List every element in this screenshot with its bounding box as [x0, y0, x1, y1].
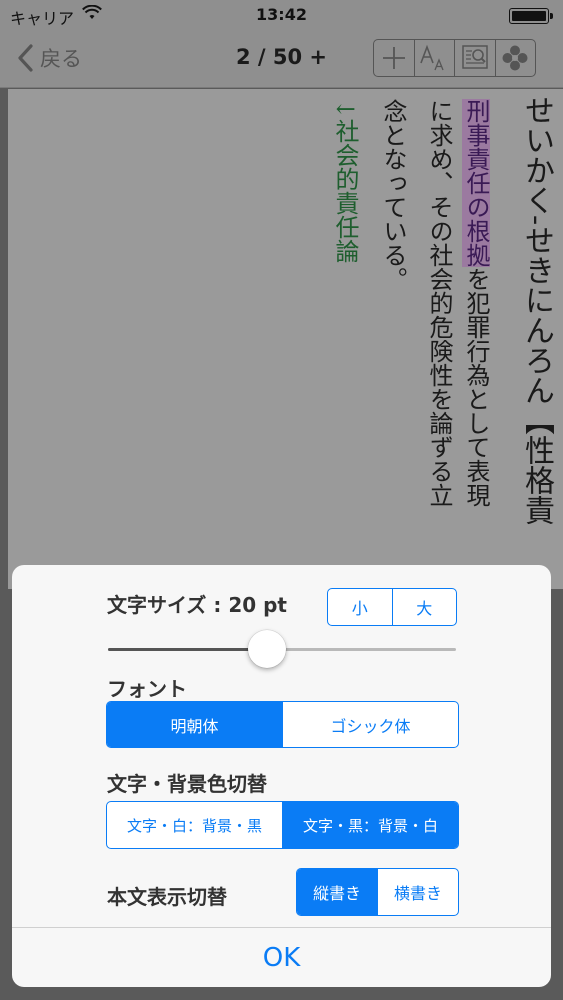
search-document-icon — [462, 45, 488, 69]
font-size-icon — [420, 44, 444, 71]
status-bar: キャリア 13:42 — [0, 0, 563, 30]
add-bookmark-button[interactable] — [374, 40, 415, 76]
text-direction-label: 本文表示切替 — [107, 885, 227, 909]
entry-text-line: 念となっている。 — [379, 99, 407, 291]
back-button-label: 戻る — [40, 47, 82, 71]
toolbar-buttons — [373, 39, 536, 77]
clock-time: 13:42 — [256, 5, 307, 24]
battery-icon — [509, 8, 553, 24]
cross-reference-link[interactable]: ↓社会的責任論 — [328, 99, 362, 263]
bottom-strip — [0, 987, 563, 1000]
font-size-label: 文字サイズ : 20 pt — [107, 593, 287, 617]
search-button[interactable] — [455, 40, 496, 76]
settings-button[interactable] — [496, 40, 536, 76]
horizontal-writing-option[interactable]: 横書き — [378, 869, 458, 915]
font-segmented-control: 明朝体 ゴシック体 — [106, 701, 459, 748]
dictionary-page: せいかく-せきにんろん【性格責 刑事責任の根拠を犯罪行為として表現 に求め、その… — [8, 89, 563, 589]
font-mincho-option[interactable]: 明朝体 — [107, 702, 283, 747]
black-on-white-option[interactable]: 文字・黒：背景・白 — [283, 802, 458, 848]
font-size-large-button[interactable]: 大 — [393, 589, 457, 625]
plus-icon — [382, 47, 405, 69]
vertical-writing-option[interactable]: 縦書き — [297, 869, 378, 915]
font-size-button[interactable] — [415, 40, 455, 76]
color-scheme-label: 文字・背景色切替 — [107, 772, 267, 796]
back-button[interactable]: 戻る — [14, 42, 82, 74]
settings-flower-icon — [502, 45, 528, 71]
font-size-slider-fill — [108, 648, 266, 651]
font-size-slider-knob[interactable] — [248, 630, 286, 668]
white-on-black-option[interactable]: 文字・白：背景・黒 — [107, 802, 283, 848]
font-size-segmented-control: 小 大 — [327, 588, 457, 626]
font-size-small-button[interactable]: 小 — [328, 589, 393, 625]
entry-text-line: に求め、その社会的危険性を論ずる立 — [425, 99, 453, 507]
font-label: フォント — [107, 677, 187, 701]
navigation-bar: 戻る 2 / 50 + — [0, 30, 563, 88]
chevron-left-icon — [18, 44, 33, 72]
highlighted-text: 刑事責任の根拠 — [462, 99, 490, 267]
entry-headword-line: せいかく-せきにんろん【性格責 — [519, 95, 554, 526]
entry-text-line: 刑事責任の根拠を犯罪行為として表現 — [459, 99, 493, 507]
entry-text-segment: を犯罪行為として表現 — [462, 267, 490, 507]
color-scheme-segmented-control: 文字・白：背景・黒 文字・黒：背景・白 — [106, 801, 459, 849]
text-direction-segmented-control: 縦書き 横書き — [296, 868, 459, 916]
ok-button[interactable]: OK — [12, 928, 551, 987]
font-gothic-option[interactable]: ゴシック体 — [283, 702, 458, 747]
display-settings-sheet: 文字サイズ : 20 pt 小 大 フォント 明朝体 ゴシック体 文字・背景色切… — [12, 565, 551, 987]
